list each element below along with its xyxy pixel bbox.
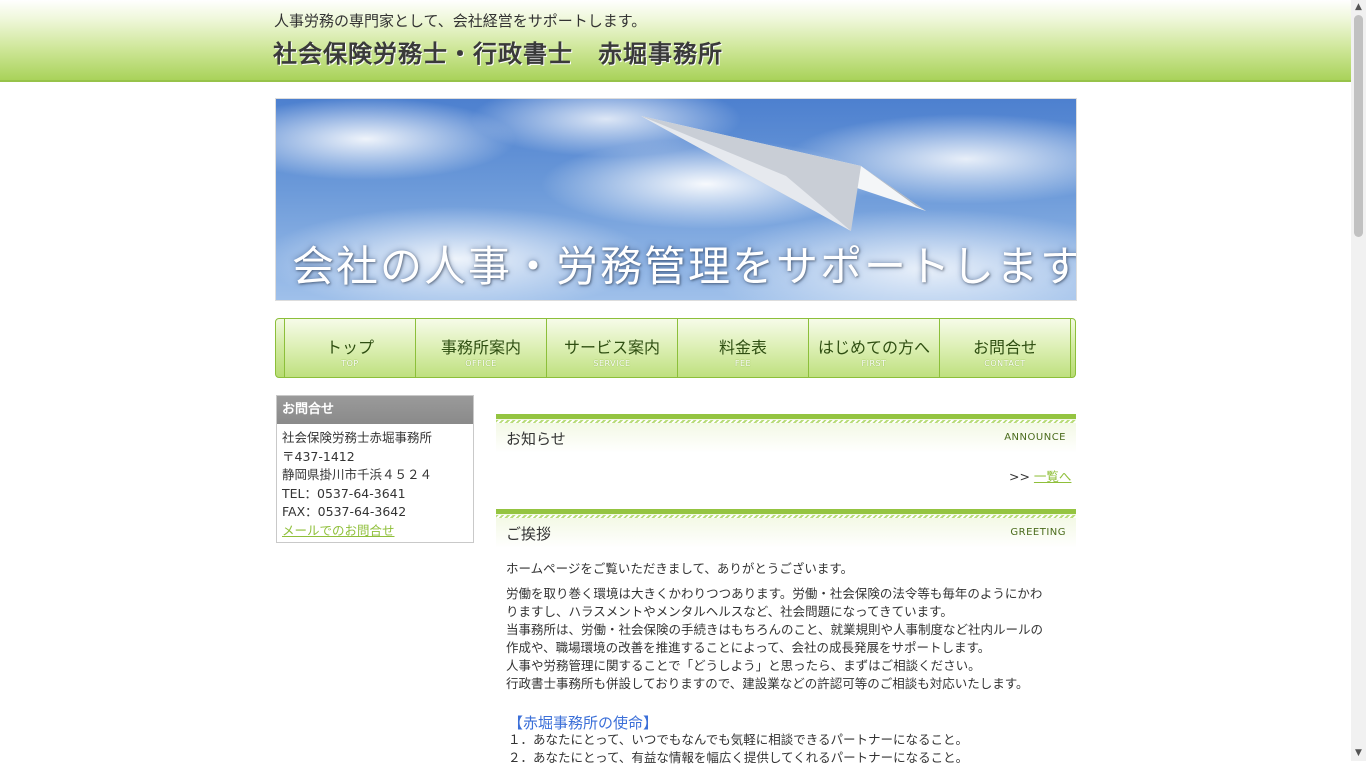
section-title: お知らせ	[506, 430, 566, 448]
greeting-line: 行政書士事務所も併設しておりますので、建設業などの許認可等のご相談も対応いたしま…	[506, 676, 1029, 691]
hero-banner: 会社の人事・労務管理をサポートします	[275, 98, 1077, 301]
hero-caption: 会社の人事・労務管理をサポートします	[292, 242, 1077, 291]
greeting-intro: ホームページをご覧いただきまして、ありがとうございます。	[506, 561, 854, 576]
nav-label: 事務所案内	[440, 338, 521, 357]
mission-item: ２．あなたにとって、有益な情報を幅広く提供してくれるパートナーになること。	[508, 750, 969, 765]
scroll-up-arrow-icon[interactable]: ▲	[1351, 0, 1366, 15]
nav-item-service[interactable]: サービス案内 SERVICE	[546, 319, 677, 377]
nav-sublabel: CONTACT	[984, 359, 1026, 368]
mission-title: 【赤堀事務所の使命】	[508, 714, 659, 732]
greeting-line: 労働を取り巻く環境は大きくかわりつつあります。労働・社会保険の法令等も毎年のよう…	[506, 586, 1043, 601]
nav-sublabel: OFFICE	[465, 359, 497, 368]
announce-more: >> 一覧へ	[1009, 466, 1071, 485]
nav-label: サービス案内	[563, 338, 660, 357]
scrollbar-thumb[interactable]	[1354, 15, 1363, 237]
greeting-line: 当事務所は、労働・社会保険の手続きはもちろんのこと、就業規則や人事制度など社内ル…	[506, 622, 1044, 637]
greeting-section-header: ご挨拶 GREETING	[496, 509, 1076, 548]
section-en-label: ANNOUNCE	[1004, 432, 1066, 443]
nav-sublabel: FIRST	[861, 359, 887, 368]
greeting-line: 作成や、職場環境の改善を推進することによって、会社の成長発展をサポートします。	[506, 640, 991, 655]
sidebar-contact-info: 社会保険労務士赤堀事務所 〒437-1412 静岡県掛川市千浜４５２４ TEL：…	[277, 424, 473, 545]
scroll-down-arrow-icon[interactable]: ▼	[1351, 746, 1366, 761]
greeting-line: りますし、ハラスメントやメンタルヘルスなど、社会問題になってきています。	[506, 604, 953, 619]
phone-number: TEL：0537-64-3641	[282, 485, 406, 501]
nav-sublabel: FEE	[734, 359, 752, 368]
section-en-label: GREETING	[1010, 527, 1066, 538]
nav-item-contact[interactable]: お問合せ CONTACT	[939, 319, 1071, 377]
section-title: ご挨拶	[506, 525, 552, 543]
nav-item-office[interactable]: 事務所案内 OFFICE	[415, 319, 546, 377]
nav-label: トップ	[325, 338, 374, 357]
nav-sublabel: SERVICE	[593, 359, 631, 368]
header-tagline: 人事労務の専門家として、会社経営をサポートします。	[274, 12, 647, 30]
announce-section-header: お知らせ ANNOUNCE	[496, 414, 1076, 453]
global-nav: トップ TOP 事務所案内 OFFICE サービス案内 SERVICE 料金表 …	[275, 318, 1076, 378]
more-prefix: >>	[1009, 469, 1034, 484]
sidebar-contact-box: お問合せ 社会保険労務士赤堀事務所 〒437-1412 静岡県掛川市千浜４５２４…	[276, 395, 474, 543]
greeting-line: 人事や労務管理に関することで「どうしよう」と思ったら、まずはご相談ください。	[506, 658, 981, 673]
nav-label: 料金表	[718, 338, 767, 357]
address: 静岡県掛川市千浜４５２４	[282, 467, 433, 482]
greeting-paragraph: 労働を取り巻く環境は大きくかわりつつあります。労働・社会保険の法令等も毎年のよう…	[506, 585, 1071, 693]
nav-label: お問合せ	[972, 338, 1037, 357]
site-header: 人事労務の専門家として、会社経営をサポートします。 社会保険労務士・行政書士 赤…	[0, 0, 1351, 82]
postal-code: 〒437-1412	[282, 448, 355, 464]
nav-item-top[interactable]: トップ TOP	[284, 319, 415, 377]
nav-sublabel: TOP	[341, 359, 359, 368]
mission-item: １．あなたにとって、いつでもなんでも気軽に相談できるパートナーになること。	[508, 732, 969, 747]
office-name: 社会保険労務士赤堀事務所	[282, 430, 433, 445]
mail-contact-link[interactable]: メールでのお問合せ	[282, 523, 395, 538]
mission-list: １．あなたにとって、いつでもなんでも気軽に相談できるパートナーになること。 ２．…	[508, 731, 968, 767]
site-name[interactable]: 社会保険労務士・行政書士 赤堀事務所	[273, 34, 723, 69]
paper-airplane-image	[641, 116, 926, 231]
nav-label: はじめての方へ	[817, 338, 930, 357]
sidebar-title: お問合せ	[277, 396, 473, 424]
vertical-scrollbar[interactable]: ▲ ▼	[1351, 0, 1366, 761]
nav-item-fee[interactable]: 料金表 FEE	[677, 319, 808, 377]
announce-list-link[interactable]: 一覧へ	[1034, 469, 1072, 484]
nav-item-first[interactable]: はじめての方へ FIRST	[808, 319, 939, 377]
fax-number: FAX：0537-64-3642	[282, 504, 407, 519]
